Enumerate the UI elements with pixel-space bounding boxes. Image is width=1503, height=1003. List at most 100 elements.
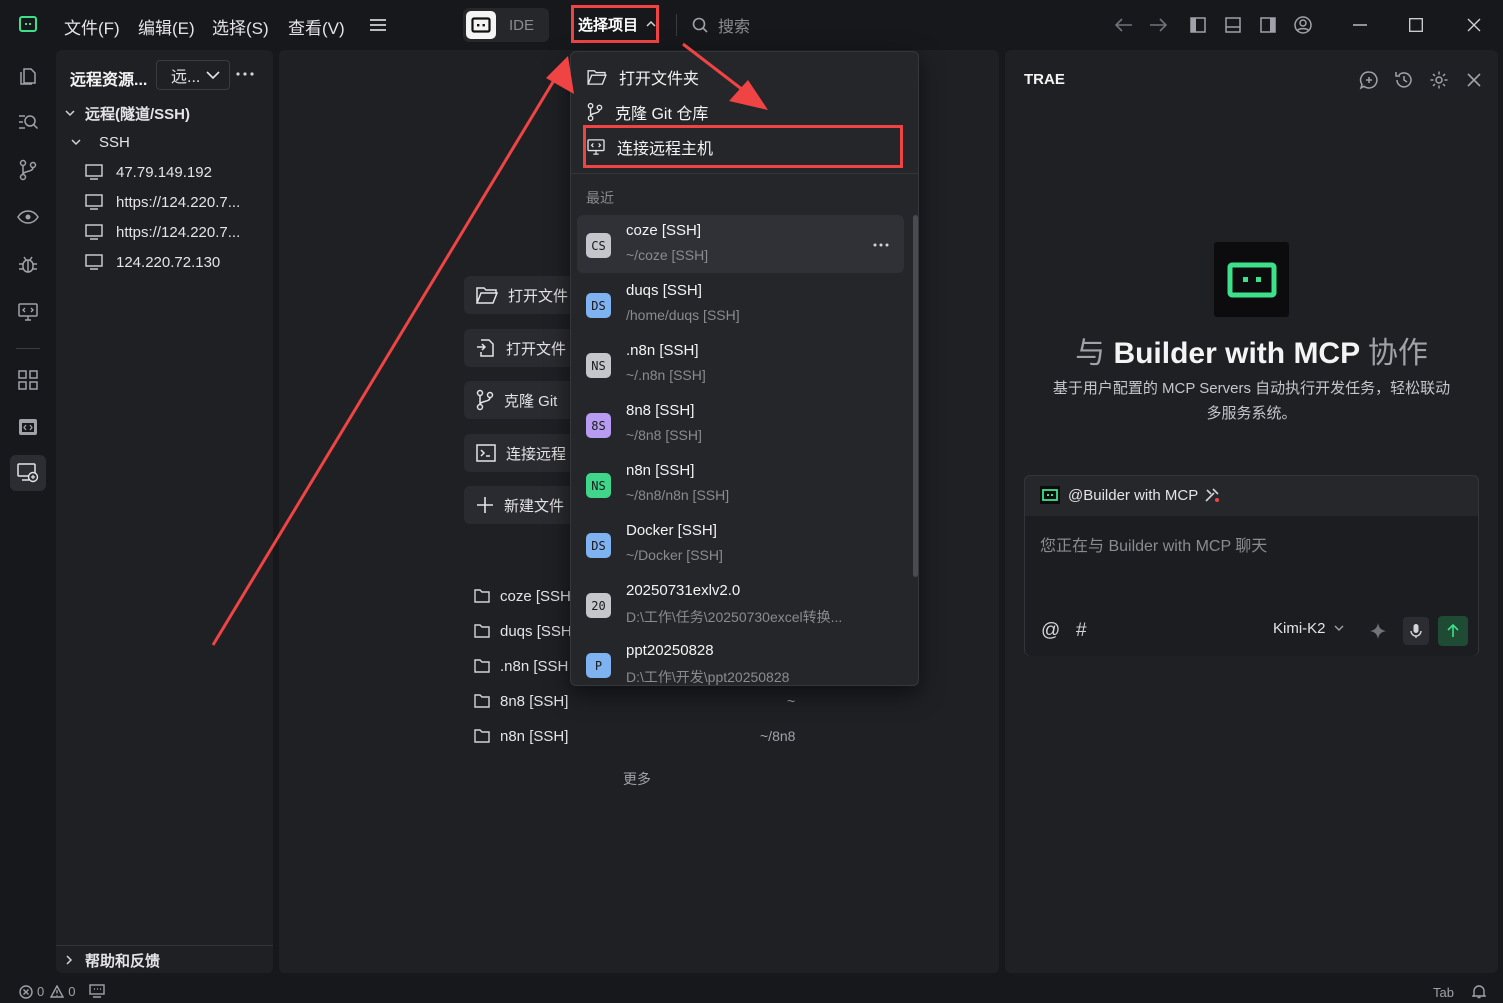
history-icon[interactable] xyxy=(1394,70,1414,90)
search-box[interactable]: 搜索 xyxy=(692,13,812,37)
maximize-icon[interactable] xyxy=(1403,12,1429,38)
recent-project-item[interactable]: P ppt20250828 D:\工作\开发\ppt20250828 xyxy=(577,635,904,685)
ssh-host-label: https://124.220.7... xyxy=(116,193,241,211)
recent-project-item[interactable]: DS Docker [SSH] ~/Docker [SSH] xyxy=(577,515,904,573)
model-selector[interactable]: Kimi-K2 xyxy=(1273,620,1344,637)
monitor-icon xyxy=(85,224,103,240)
project-badge: CS xyxy=(586,233,611,258)
recent-project-name: coze [SSH xyxy=(500,587,571,605)
debug-bug-icon[interactable] xyxy=(10,247,46,283)
tab-indicator[interactable]: Tab xyxy=(1433,985,1454,1000)
ssh-host-item[interactable]: 124.220.72.130 xyxy=(56,247,273,277)
forward-arrow-icon[interactable] xyxy=(1145,12,1171,38)
recent-project-item[interactable]: NS .n8n [SSH] ~/.n8n [SSH] xyxy=(577,335,904,393)
more-actions-icon[interactable] xyxy=(236,72,254,76)
divider xyxy=(676,14,677,36)
hamburger-menu-icon[interactable] xyxy=(369,17,387,33)
ssh-host-item[interactable]: https://124.220.7... xyxy=(56,187,273,217)
more-options-icon[interactable] xyxy=(873,243,889,247)
project-name: 8n8 [SSH] xyxy=(626,402,695,419)
search-placeholder: 搜索 xyxy=(718,19,751,36)
section-remote-tunnels-ssh[interactable]: 远程(隧道/SSH) xyxy=(56,98,273,128)
dropdown-scrollbar[interactable] xyxy=(913,215,918,577)
monitor-icon xyxy=(85,194,103,210)
menu-edit[interactable]: 编辑(E) xyxy=(138,14,195,39)
back-arrow-icon[interactable] xyxy=(1111,12,1137,38)
ssh-host-label: https://124.220.7... xyxy=(116,223,241,241)
ssh-host-item[interactable]: 47.79.149.192 xyxy=(56,157,273,187)
chevron-down-icon xyxy=(206,70,220,79)
help-feedback-section[interactable]: 帮助和反馈 xyxy=(56,945,273,975)
project-badge: P xyxy=(586,653,611,678)
git-branch-icon xyxy=(476,389,494,411)
notifications-bell-icon[interactable] xyxy=(1472,984,1486,999)
remote-explorer-icon[interactable] xyxy=(10,455,46,491)
settings-gear-icon[interactable] xyxy=(1429,70,1449,90)
dropdown-clone-git[interactable]: 克隆 Git 仓库 xyxy=(587,97,907,127)
ide-logo-icon xyxy=(466,11,496,39)
recent-project-item[interactable]: 8S 8n8 [SSH] ~/8n8 [SSH] xyxy=(577,395,904,453)
project-badge: NS xyxy=(586,473,611,498)
remote-filter-dropdown[interactable]: 远... xyxy=(156,60,230,90)
minimize-icon[interactable] xyxy=(1347,12,1373,38)
sparkle-enhance-icon[interactable] xyxy=(1369,622,1387,640)
recent-project-item[interactable]: 8n8 [SSH] ~ xyxy=(474,688,814,714)
chevron-down-icon xyxy=(65,109,75,116)
ssh-host-label: 47.79.149.192 xyxy=(116,163,212,181)
project-selector-label: 选择项目 xyxy=(578,16,639,34)
hash-reference-icon[interactable]: # xyxy=(1076,620,1087,642)
ssh-host-label: 124.220.72.130 xyxy=(116,253,221,271)
arrow-up-icon xyxy=(1447,624,1459,637)
terminal-status-icon[interactable] xyxy=(89,984,105,998)
more-recent-link[interactable]: 更多 xyxy=(623,769,651,789)
mode-switch[interactable]: IDE xyxy=(463,8,549,42)
recent-project-item[interactable]: DS duqs [SSH] /home/duqs [SSH] xyxy=(577,275,904,333)
recent-header: 最近 xyxy=(586,190,614,206)
project-name: .n8n [SSH] xyxy=(626,342,699,359)
source-control-icon[interactable] xyxy=(10,152,46,188)
toggle-left-sidebar-icon[interactable] xyxy=(1185,12,1211,38)
menu-file[interactable]: 文件(F) xyxy=(64,14,120,39)
toggle-bottom-panel-icon[interactable] xyxy=(1220,12,1246,38)
project-name: n8n [SSH] xyxy=(626,462,695,479)
model-label: Kimi-K2 xyxy=(1273,620,1326,637)
search-panel-icon[interactable] xyxy=(10,104,46,140)
project-selector-button[interactable]: 选择项目 xyxy=(571,5,659,43)
voice-input-button[interactable] xyxy=(1403,617,1429,645)
activity-bar xyxy=(0,50,55,973)
recent-project-item[interactable]: 20 20250731exlv2.0 D:\工作\任务\20250730exce… xyxy=(577,575,904,633)
agent-chip[interactable]: @Builder with MCP xyxy=(1025,476,1478,514)
recent-project-item[interactable]: NS n8n [SSH] ~/8n8/n8n [SSH] xyxy=(577,455,904,513)
close-panel-icon[interactable] xyxy=(1467,73,1481,87)
folder-icon xyxy=(474,729,490,743)
group-ssh[interactable]: SSH xyxy=(56,127,273,157)
recent-project-name: 8n8 [SSH] xyxy=(500,692,569,710)
menu-selection[interactable]: 选择(S) xyxy=(212,14,269,39)
recent-project-item[interactable]: n8n [SSH] ~/8n8 xyxy=(474,723,814,749)
project-name: ppt20250828 xyxy=(626,642,714,659)
project-path: D:\工作\开发\ppt20250828 xyxy=(626,669,790,685)
ssh-host-item[interactable]: https://124.220.7... xyxy=(56,217,273,247)
code-archive-icon[interactable] xyxy=(10,409,46,445)
new-chat-icon[interactable] xyxy=(1359,70,1379,90)
dropdown-action-label: 克隆 Git 仓库 xyxy=(615,106,709,123)
close-window-icon[interactable] xyxy=(1461,12,1487,38)
problems-indicator[interactable]: 0 0 xyxy=(19,984,75,999)
menu-view[interactable]: 查看(V) xyxy=(288,14,345,39)
preview-eye-icon[interactable] xyxy=(10,199,46,235)
remote-monitor-icon[interactable] xyxy=(10,294,46,330)
toggle-right-sidebar-icon[interactable] xyxy=(1255,12,1281,38)
explorer-icon[interactable] xyxy=(10,58,46,94)
recent-project-item[interactable]: CS coze [SSH] ~/coze [SSH] xyxy=(577,215,904,273)
account-icon[interactable] xyxy=(1290,12,1316,38)
footer-label: 帮助和反馈 xyxy=(85,952,161,970)
mention-at-icon[interactable]: @ xyxy=(1041,620,1060,642)
dropdown-open-folder[interactable]: 打开文件夹 xyxy=(587,62,907,92)
send-button[interactable] xyxy=(1438,616,1468,646)
warning-count: 0 xyxy=(68,984,76,999)
extensions-grid-icon[interactable] xyxy=(10,362,46,398)
hero-suffix: 协作 xyxy=(1367,337,1428,370)
chat-textarea[interactable]: 您正在与 Builder with MCP 聊天 @ # Kimi-K2 xyxy=(1025,516,1478,656)
file-open-icon xyxy=(477,339,494,357)
recent-project-name: n8n [SSH] xyxy=(500,727,569,745)
